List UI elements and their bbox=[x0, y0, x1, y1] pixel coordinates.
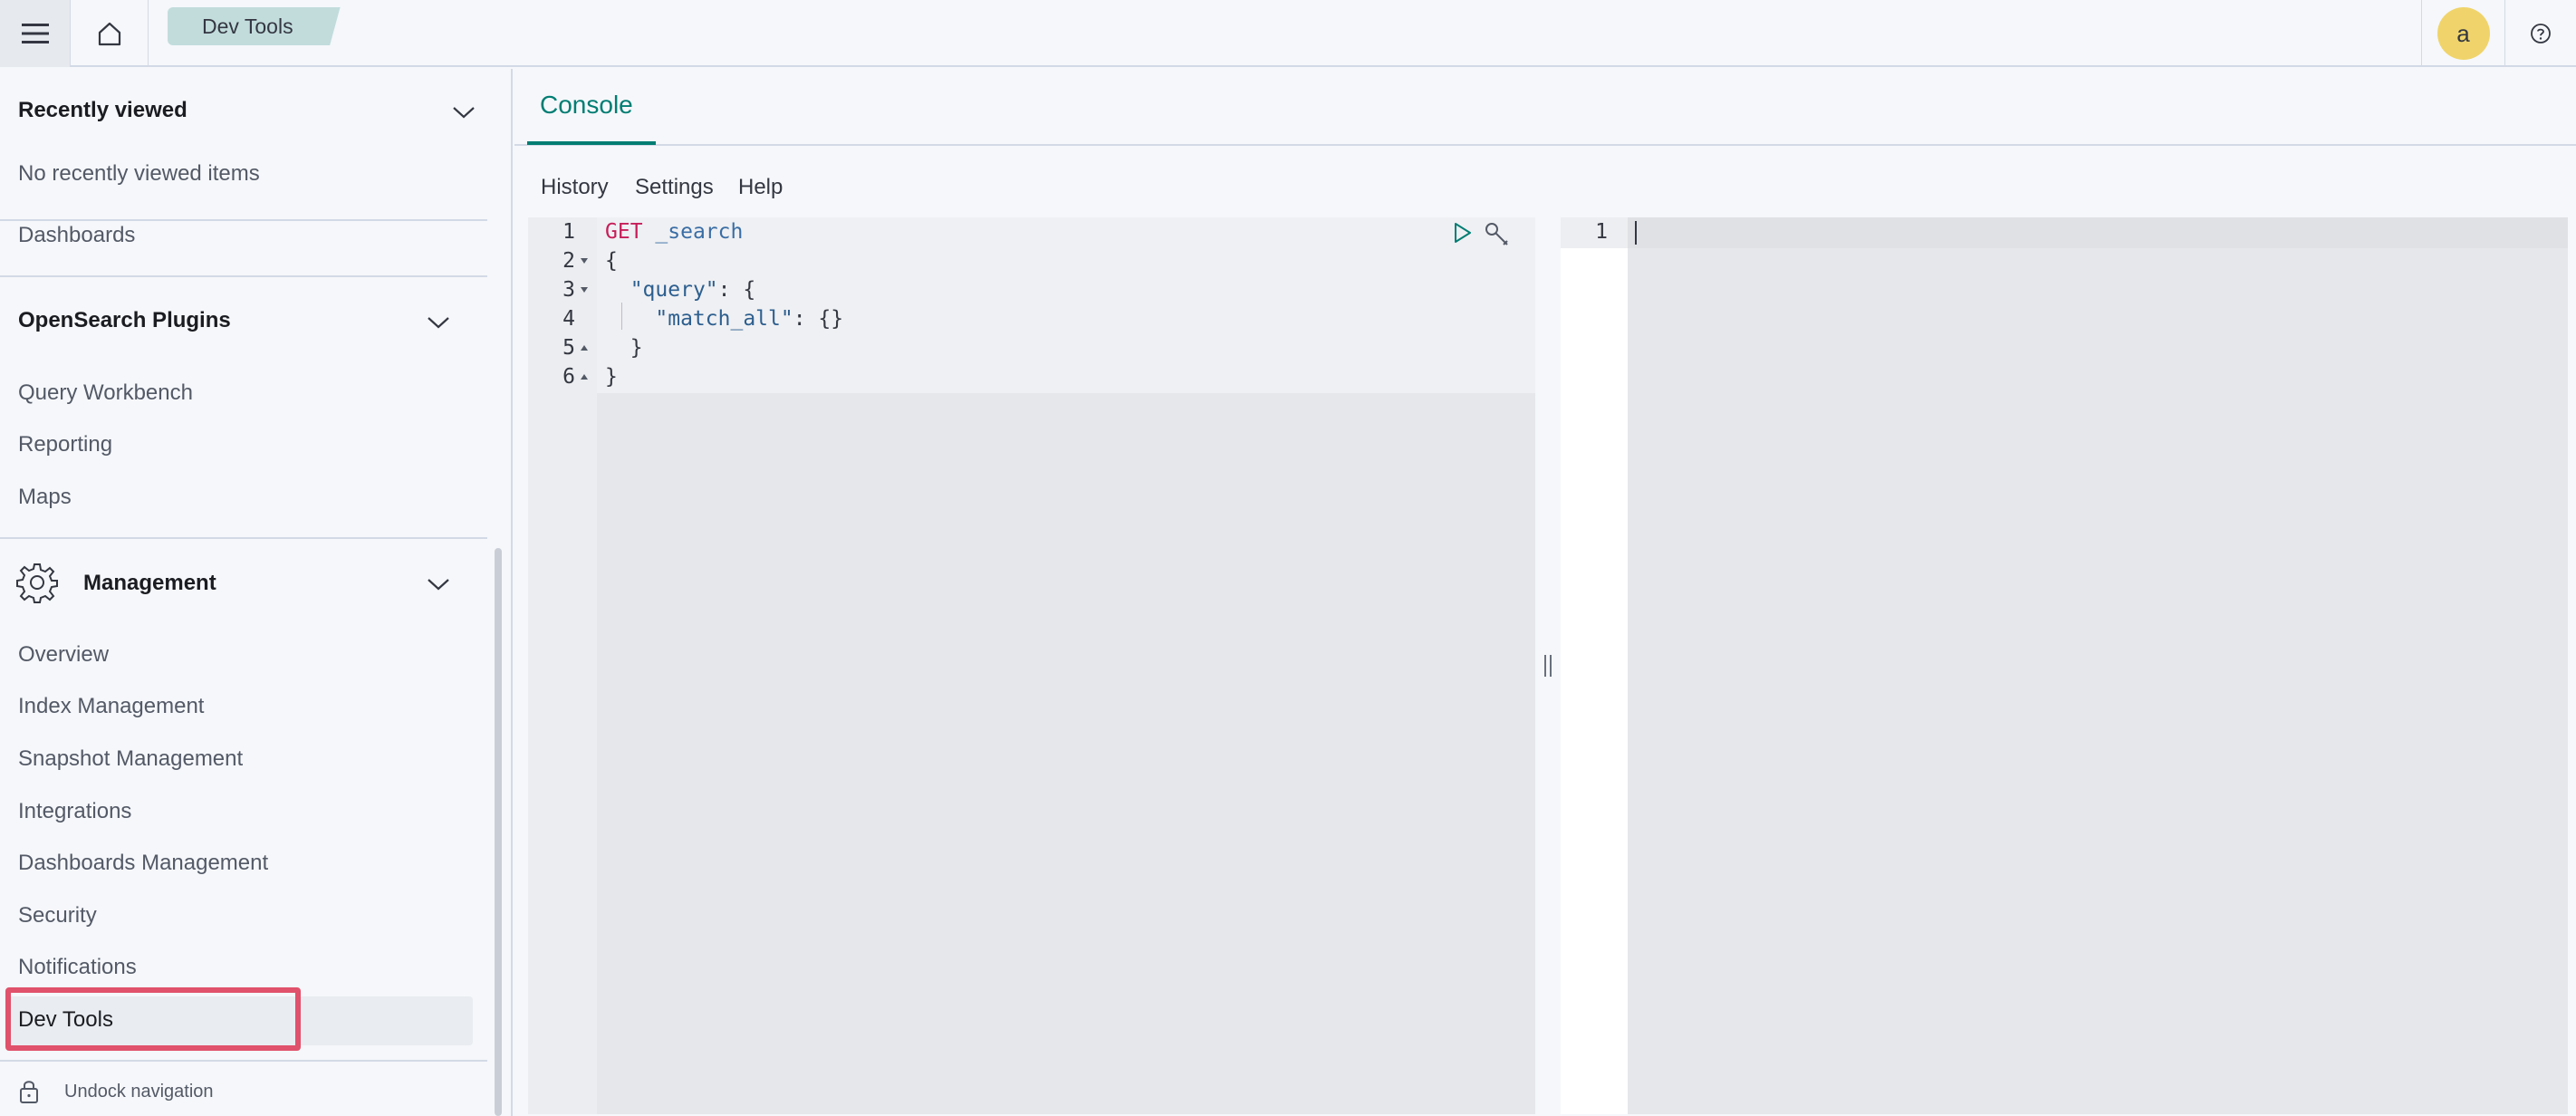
code-line: "query": { bbox=[605, 278, 755, 302]
menu-icon bbox=[21, 24, 49, 43]
lock-icon bbox=[20, 1081, 38, 1103]
output-gutter bbox=[1561, 217, 1628, 1114]
code-line: } bbox=[605, 365, 618, 389]
avatar: a bbox=[2437, 7, 2490, 60]
sidebar-item-overview[interactable]: Overview bbox=[18, 642, 109, 668]
line-number: 5 bbox=[562, 336, 575, 360]
tab-divider bbox=[514, 144, 2576, 146]
side-navigation: Recently viewed No recently viewed items… bbox=[0, 69, 513, 1116]
text-cursor bbox=[1635, 221, 1637, 245]
json-key: "match_all" bbox=[655, 307, 793, 331]
recently-viewed-title: Recently viewed bbox=[18, 98, 187, 122]
pane-resizer[interactable] bbox=[1535, 217, 1561, 1114]
line-number: 6 bbox=[562, 365, 575, 389]
fold-close-icon[interactable] bbox=[580, 373, 589, 380]
code-line: } bbox=[605, 336, 643, 360]
divider bbox=[0, 1060, 487, 1062]
settings-link[interactable]: Settings bbox=[635, 175, 714, 200]
help-button[interactable] bbox=[2504, 0, 2576, 67]
response-output[interactable] bbox=[1561, 217, 2568, 1114]
help-icon bbox=[2531, 24, 2551, 43]
json-key: "query" bbox=[630, 278, 718, 302]
highlight-box bbox=[5, 987, 301, 1051]
header-bar: Dev Tools a bbox=[0, 0, 2576, 67]
chevron-down-icon[interactable] bbox=[426, 577, 451, 592]
sidebar-item-security[interactable]: Security bbox=[18, 903, 97, 928]
line-number: 4 bbox=[562, 307, 575, 331]
sidebar-item-query-workbench[interactable]: Query Workbench bbox=[18, 380, 193, 406]
sidebar-item-notifications[interactable]: Notifications bbox=[18, 955, 137, 980]
sidebar-item-maps[interactable]: Maps bbox=[18, 485, 72, 510]
breadcrumb[interactable]: Dev Tools bbox=[168, 7, 341, 45]
code-line: { bbox=[605, 249, 618, 273]
management-title: Management bbox=[83, 571, 216, 595]
history-link[interactable]: History bbox=[541, 175, 609, 200]
line-number: 3 bbox=[562, 278, 575, 302]
home-button[interactable] bbox=[71, 0, 149, 67]
divider bbox=[0, 537, 487, 539]
fold-open-icon[interactable] bbox=[580, 286, 589, 293]
sidebar-item-dashboards-management[interactable]: Dashboards Management bbox=[18, 851, 268, 876]
recently-viewed-empty: No recently viewed items bbox=[18, 161, 260, 186]
play-icon[interactable] bbox=[1453, 222, 1473, 244]
home-icon bbox=[98, 22, 120, 46]
fold-open-icon[interactable] bbox=[580, 257, 589, 265]
json-punctuation: : {} bbox=[793, 307, 844, 331]
output-line-number: 1 bbox=[1595, 220, 1608, 244]
output-line-highlight bbox=[1561, 217, 2568, 248]
sidebar-item-index-management[interactable]: Index Management bbox=[18, 694, 204, 719]
line-number: 1 bbox=[562, 220, 575, 244]
sidebar-scrollbar[interactable] bbox=[495, 548, 502, 1116]
chevron-down-icon[interactable] bbox=[451, 105, 476, 120]
json-punctuation: : { bbox=[717, 278, 756, 302]
divider bbox=[0, 219, 487, 221]
request-path: _search bbox=[655, 220, 744, 244]
chevron-down-icon[interactable] bbox=[426, 315, 451, 330]
gear-icon bbox=[16, 563, 58, 603]
sidebar-item-dashboards[interactable]: Dashboards bbox=[18, 223, 135, 248]
sidebar-item-reporting[interactable]: Reporting bbox=[18, 432, 112, 457]
code-line: "match_all": {} bbox=[605, 307, 843, 331]
sidebar-item-snapshot-management[interactable]: Snapshot Management bbox=[18, 746, 243, 772]
wrench-icon[interactable] bbox=[1484, 221, 1511, 248]
menu-button[interactable] bbox=[0, 0, 71, 67]
http-method: GET bbox=[605, 220, 643, 244]
json-punctuation: } bbox=[630, 336, 643, 360]
help-link[interactable]: Help bbox=[738, 175, 783, 200]
tab-active-indicator bbox=[527, 141, 656, 145]
fold-close-icon[interactable] bbox=[580, 344, 589, 351]
code-line: GET _search bbox=[605, 220, 743, 244]
undock-navigation-link[interactable]: Undock navigation bbox=[64, 1082, 214, 1102]
opensearch-plugins-title: OpenSearch Plugins bbox=[18, 308, 231, 332]
line-number: 2 bbox=[562, 249, 575, 273]
request-highlight bbox=[597, 217, 1535, 393]
divider bbox=[0, 275, 487, 277]
user-menu-button[interactable]: a bbox=[2421, 0, 2504, 67]
sidebar-item-integrations[interactable]: Integrations bbox=[18, 799, 131, 824]
tab-console[interactable]: Console bbox=[540, 91, 633, 120]
drag-handle-icon bbox=[1544, 655, 1552, 677]
